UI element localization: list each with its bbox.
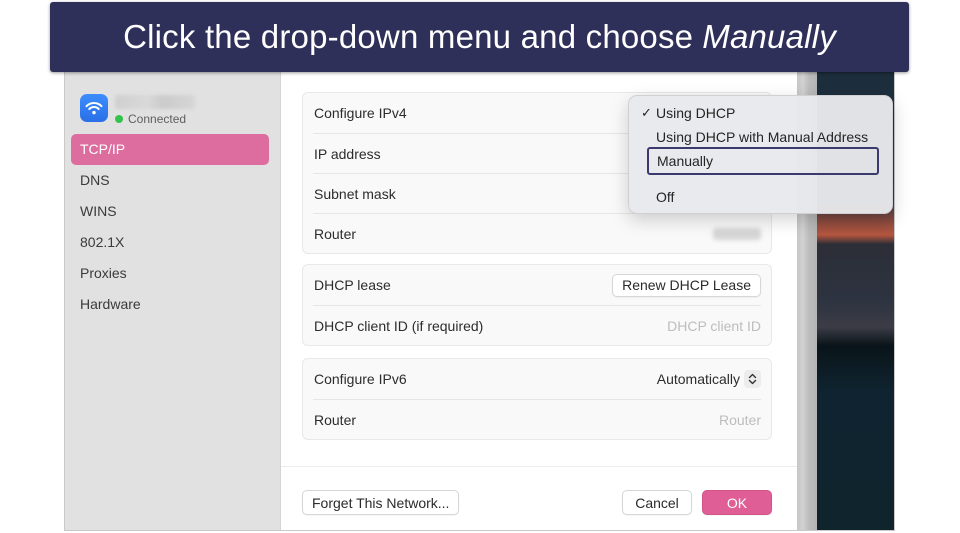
ipv6-group: Configure IPv6 Automatically Router Rout… [302, 358, 772, 440]
ipv6-router-label: Router [314, 411, 357, 428]
sidebar-item-dns[interactable]: DNS [71, 165, 269, 196]
instruction-banner: Click the drop-down menu and choose Manu… [50, 2, 909, 72]
connection-status-text: Connected [128, 112, 187, 126]
sidebar-item-tcpip[interactable]: TCP/IP [71, 134, 269, 165]
network-name-redacted [115, 95, 195, 109]
configure-ipv4-dropdown-menu: ✓ Using DHCP Using DHCP with Manual Addr… [628, 95, 893, 214]
sidebar-item-hardware[interactable]: Hardware [71, 289, 269, 320]
sidebar-list: TCP/IP DNS WINS 802.1X Proxies Hardware [71, 134, 269, 320]
wifi-icon [80, 94, 108, 122]
router-row: Router [313, 213, 761, 253]
ipv6-router-row: Router Router [313, 399, 761, 439]
dhcp-client-id-row: DHCP client ID (if required) DHCP client… [313, 305, 761, 345]
renew-dhcp-lease-button[interactable]: Renew DHCP Lease [612, 273, 761, 297]
footer-divider [281, 466, 817, 467]
configure-ipv4-label: Configure IPv4 [314, 105, 407, 121]
ipv6-router-input[interactable]: Router [719, 412, 761, 428]
dhcp-group: DHCP lease Renew DHCP Lease DHCP client … [302, 264, 772, 346]
menu-item-label: Using DHCP [656, 105, 736, 121]
cancel-button[interactable]: Cancel [622, 490, 692, 515]
checkmark-icon: ✓ [641, 105, 652, 120]
sidebar-item-proxies[interactable]: Proxies [71, 258, 269, 289]
menu-item-manually[interactable]: Manually [647, 147, 879, 175]
dhcp-lease-label: DHCP lease [314, 277, 391, 293]
dhcp-client-id-input[interactable]: DHCP client ID [667, 318, 761, 334]
sidebar: Connected TCP/IP DNS WINS 802.1X Proxies… [65, 69, 281, 530]
connection-status: Connected [115, 112, 195, 126]
menu-item-label: Off [656, 189, 675, 205]
subnet-mask-label: Subnet mask [314, 185, 396, 202]
ok-button[interactable]: OK [702, 490, 772, 515]
configure-ipv6-row: Configure IPv6 Automatically [313, 359, 761, 399]
ip-address-label: IP address [314, 145, 381, 162]
configure-ipv6-label: Configure IPv6 [314, 371, 407, 387]
instruction-text: Click the drop-down menu and choose [123, 18, 694, 55]
sidebar-item-wins[interactable]: WINS [71, 196, 269, 227]
dhcp-client-id-label: DHCP client ID (if required) [314, 317, 484, 334]
configure-ipv6-value: Automatically [656, 371, 740, 387]
menu-item-off[interactable]: Off [629, 185, 892, 209]
dhcp-lease-row: DHCP lease Renew DHCP Lease [313, 265, 761, 305]
network-header: Connected [80, 94, 195, 126]
configure-ipv6-select[interactable]: Automatically [657, 370, 761, 388]
menu-item-dhcp-manual-address[interactable]: Using DHCP with Manual Address [629, 125, 892, 149]
menu-item-label: Using DHCP with Manual Address [656, 129, 869, 145]
instruction-emphasis: Manually [702, 18, 836, 55]
router-label: Router [314, 225, 357, 242]
chevron-up-down-icon [744, 370, 761, 388]
status-dot-icon [115, 115, 123, 123]
menu-item-using-dhcp[interactable]: ✓ Using DHCP [629, 101, 892, 125]
forget-network-button[interactable]: Forget This Network... [302, 490, 460, 515]
router-value-redacted [713, 227, 761, 240]
menu-item-label: Manually [657, 153, 714, 169]
sidebar-item-8021x[interactable]: 802.1X [71, 227, 269, 258]
